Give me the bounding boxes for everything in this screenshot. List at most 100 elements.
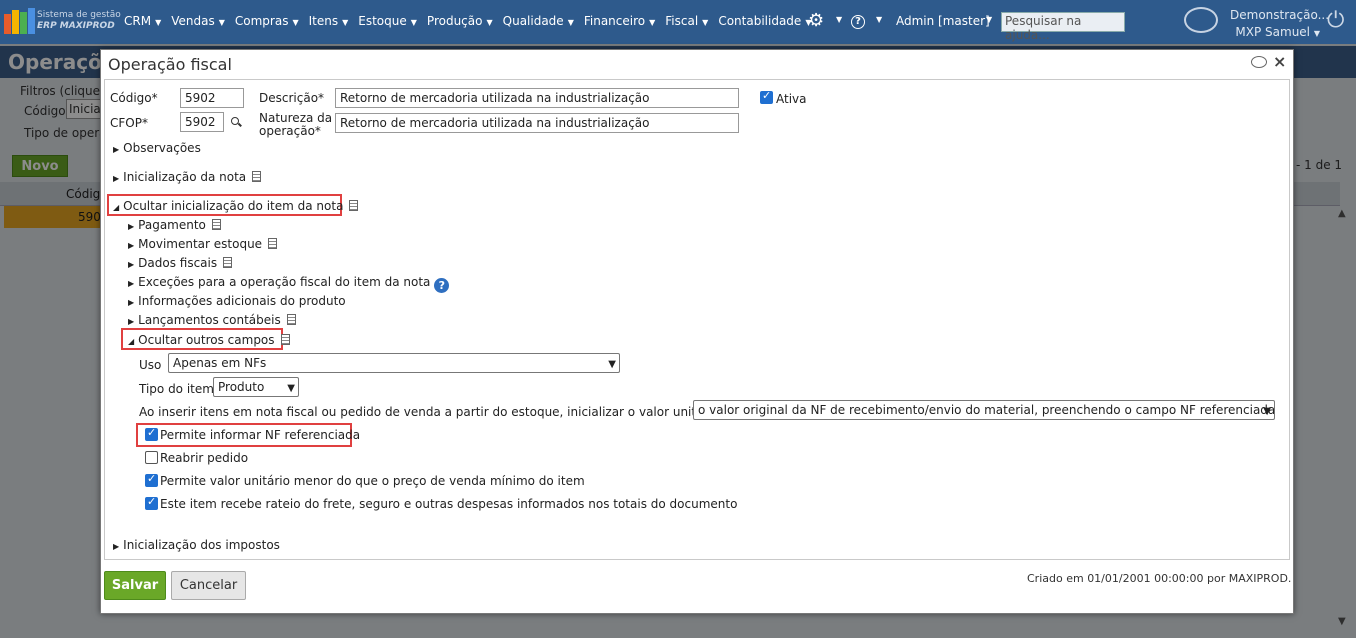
uso-select[interactable]: Apenas em NFs ▼ [168, 353, 620, 373]
help-search-input[interactable]: Pesquisar na ajuda... [1001, 12, 1125, 42]
comment-icon[interactable] [1251, 56, 1267, 68]
dialog-title: Operação fiscal [108, 55, 232, 74]
help-icon: ? [434, 278, 450, 293]
section-inicializacao-nota[interactable]: ▶ Inicialização da nota [113, 170, 262, 184]
expand-icon: ▶ [113, 145, 120, 154]
section-ocultar-outros-campos[interactable]: ◢ Ocultar outros campos [128, 333, 290, 347]
section-inicializacao-impostos[interactable]: ▶ Inicialização dos impostos [113, 538, 280, 552]
power-icon[interactable]: ⏻ [1327, 8, 1344, 33]
company-user-menu[interactable]: Demonstração... MXP Samuel ▼ [1230, 7, 1330, 42]
chat-icon[interactable] [1184, 7, 1218, 33]
menu-qualidade[interactable]: Qualidade ▼ [503, 14, 574, 28]
fiscal-operation-dialog: Operação fiscal × Código* 5902 Descrição… [100, 49, 1294, 614]
menu-crm[interactable]: CRM ▼ [124, 14, 161, 28]
permite-nf-referenciada-checkbox[interactable] [145, 426, 158, 441]
brand-line1: Sistema de gestão [37, 10, 121, 20]
tipo-item-select[interactable]: Produto ▼ [213, 377, 299, 397]
document-icon [223, 257, 233, 268]
section-pagamento[interactable]: ▶ Pagamento [128, 218, 221, 232]
chevron-down-icon: ▼ [567, 18, 574, 27]
inserir-valor-select[interactable]: o valor original da NF de recebimento/en… [693, 400, 1275, 420]
brand-line2: ERP MAXIPROD [37, 21, 115, 31]
expand-icon: ▶ [128, 260, 135, 269]
document-icon [268, 238, 278, 249]
natureza-input[interactable]: Retorno de mercadoria utilizada na indus… [335, 113, 739, 133]
section-movimentar-estoque[interactable]: ▶ Movimentar estoque [128, 237, 278, 251]
chevron-down-icon: ▼ [410, 18, 417, 27]
document-icon [211, 219, 221, 230]
chevron-down-icon: ▼ [287, 383, 295, 394]
rateio-frete-label: Este item recebe rateio do frete, seguro… [160, 497, 738, 511]
chevron-down-icon: ▼ [702, 18, 709, 27]
main-menu: CRM ▼ Vendas ▼ Compras ▼ Itens ▼ Estoque ▼ Pr… [124, 14, 821, 28]
section-excecoes[interactable]: ▶ Exceções para a operação fiscal do item… [128, 275, 450, 293]
document-icon [252, 171, 262, 182]
document-icon [286, 314, 296, 325]
chevron-down-icon[interactable]: ▼ [876, 15, 882, 24]
expand-icon: ▶ [128, 241, 135, 250]
descricao-input[interactable]: Retorno de mercadoria utilizada na indus… [335, 88, 739, 108]
save-button[interactable]: Salvar [104, 571, 166, 600]
chevron-down-icon: ▼ [649, 18, 656, 27]
rateio-frete-checkbox[interactable] [145, 495, 158, 510]
chevron-down-icon: ▼ [342, 18, 349, 27]
chevron-down-icon[interactable]: ▼ [836, 15, 842, 24]
collapse-icon: ◢ [128, 337, 135, 346]
menu-compras[interactable]: Compras ▼ [235, 14, 299, 28]
codigo-label: Código* [110, 91, 158, 105]
reabrir-pedido-checkbox[interactable] [145, 451, 158, 464]
tipo-item-label: Tipo do item [139, 382, 214, 396]
reabrir-pedido-label: Reabrir pedido [160, 451, 249, 465]
document-icon [280, 334, 290, 345]
dialog-body: Código* 5902 Descrição* Retorno de merca… [104, 79, 1290, 560]
search-icon[interactable] [231, 117, 239, 125]
help-icon[interactable]: ? [851, 15, 865, 29]
section-lancamentos-contabeis[interactable]: ▶ Lançamentos contábeis [128, 313, 296, 327]
cancel-button[interactable]: Cancelar [171, 571, 246, 600]
expand-icon: ▶ [113, 174, 120, 183]
expand-icon: ▶ [128, 222, 135, 231]
expand-icon: ▶ [128, 279, 135, 288]
uso-label: Uso [139, 358, 162, 372]
chevron-down-icon: ▼ [218, 18, 225, 27]
created-info: Criado em 01/01/2001 00:00:00 por MAXIPR… [1027, 572, 1292, 585]
permite-valor-menor-checkbox[interactable] [145, 472, 158, 487]
ativa-checkbox[interactable] [760, 89, 773, 104]
chevron-down-icon: ▼ [155, 18, 162, 27]
chevron-down-icon: ▼ [608, 359, 616, 370]
close-icon[interactable]: × [1273, 52, 1286, 71]
cfop-input[interactable]: 5902 [180, 112, 224, 132]
menu-contabilidade[interactable]: Contabilidade ▼ [718, 14, 811, 28]
section-ocultar-inicializacao-item[interactable]: ◢ Ocultar inicialização do item da nota [113, 199, 359, 213]
menu-financeiro[interactable]: Financeiro ▼ [584, 14, 655, 28]
admin-menu[interactable]: Admin [master] [896, 14, 990, 28]
menu-itens[interactable]: Itens ▼ [309, 14, 349, 28]
collapse-icon: ◢ [113, 203, 120, 212]
expand-icon: ▶ [128, 317, 135, 326]
chevron-down-icon: ▼ [486, 18, 493, 27]
section-dados-fiscais[interactable]: ▶ Dados fiscais [128, 256, 233, 270]
menu-vendas[interactable]: Vendas ▼ [171, 14, 225, 28]
chevron-down-icon: ▼ [292, 18, 299, 27]
section-observacoes[interactable]: ▶ Observações [113, 141, 201, 155]
brand-text: Sistema de gestão ERP MAXIPROD [37, 10, 121, 32]
cfop-label: CFOP* [110, 116, 148, 130]
inserir-valor-label: Ao inserir itens em nota fiscal ou pedid… [139, 405, 753, 419]
permite-nf-referenciada-label: Permite informar NF referenciada [160, 428, 361, 442]
gear-icon[interactable]: ⚙ [808, 10, 824, 31]
maxiprod-logo[interactable] [4, 8, 35, 34]
menu-fiscal[interactable]: Fiscal ▼ [665, 14, 708, 28]
menu-producao[interactable]: Produção ▼ [427, 14, 493, 28]
chevron-down-icon[interactable]: ▼ [986, 15, 992, 24]
expand-icon: ▶ [113, 542, 120, 551]
user-name: MXP Samuel ▼ [1235, 25, 1320, 39]
company-name: Demonstração... [1230, 8, 1330, 22]
natureza-label: Natureza da operação* [259, 111, 333, 138]
top-navbar: Sistema de gestão ERP MAXIPROD CRM ▼ Vend… [0, 0, 1356, 44]
codigo-input[interactable]: 5902 [180, 88, 244, 108]
document-icon [349, 200, 359, 211]
ativa-label: Ativa [776, 92, 807, 106]
section-informacoes-adicionais[interactable]: ▶ Informações adicionais do produto [128, 294, 346, 308]
permite-valor-menor-label: Permite valor unitário menor do que o pr… [160, 474, 585, 488]
menu-estoque[interactable]: Estoque ▼ [358, 14, 417, 28]
